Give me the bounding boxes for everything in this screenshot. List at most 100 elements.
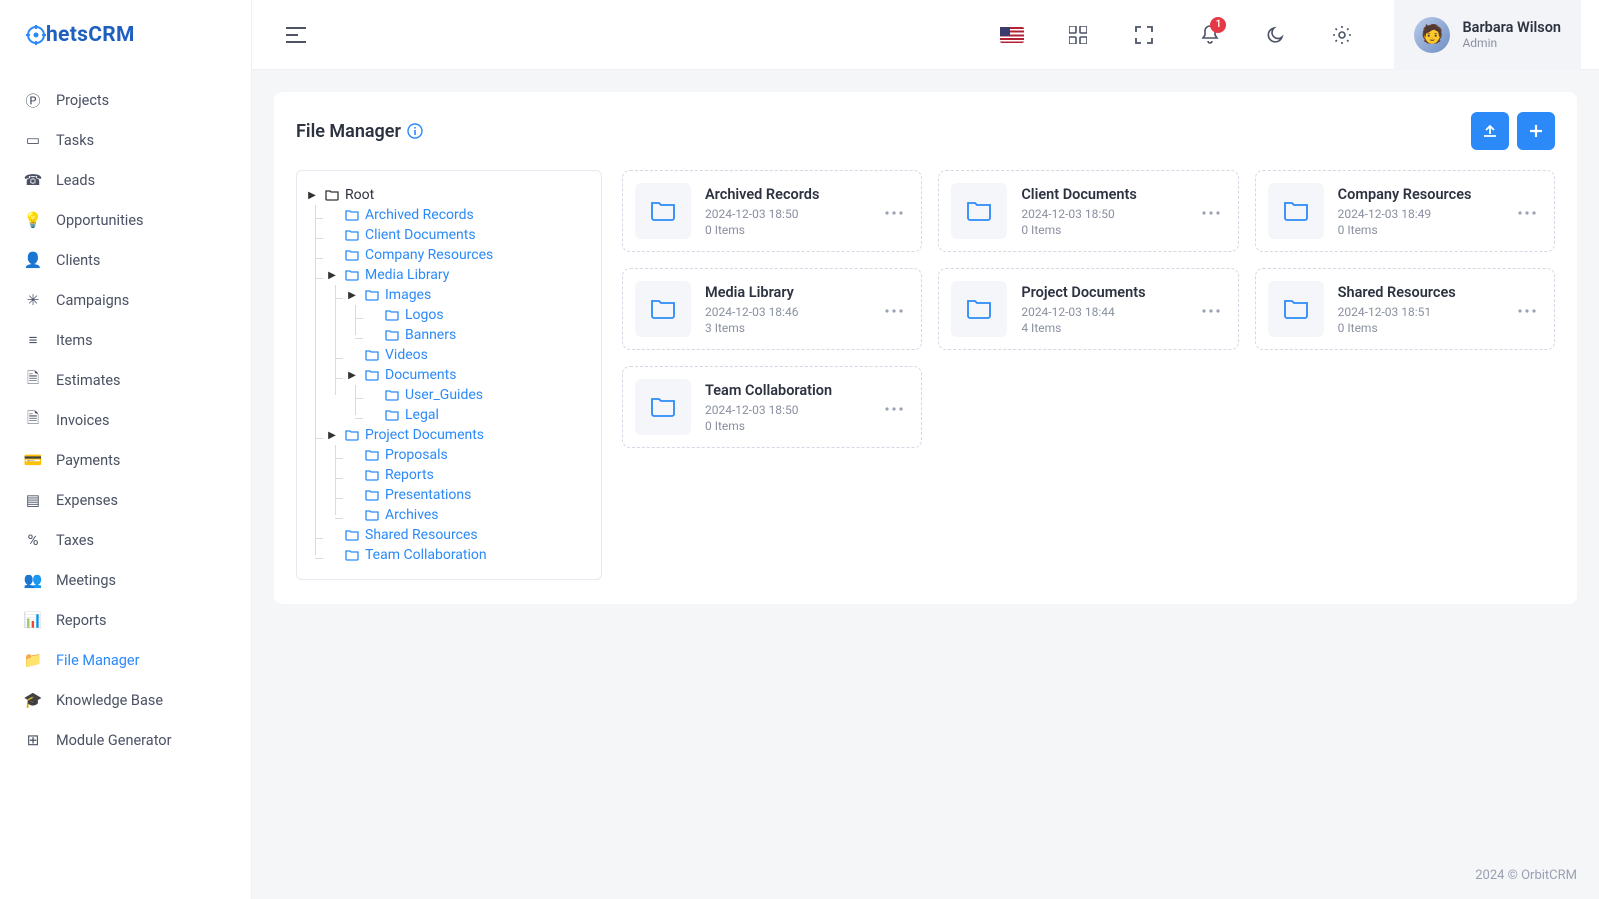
settings-button[interactable] [1324,17,1360,53]
notifications-button[interactable]: 1 [1192,17,1228,53]
tree-node[interactable]: Team Collaboration [325,545,587,565]
tree-node[interactable]: Shared Resources [325,525,587,545]
user-menu[interactable]: 🧑 Barbara Wilson Admin [1394,0,1581,70]
tree-node[interactable]: Archived Records [325,205,587,225]
sidebar-item-campaigns[interactable]: ✳Campaigns [0,280,251,320]
nav-icon: 🗎 [24,371,42,389]
dark-mode-button[interactable] [1258,17,1294,53]
folder-more-button[interactable] [1196,295,1226,323]
folder-more-button[interactable] [1512,197,1542,225]
tree-label[interactable]: Presentations [385,487,471,503]
user-role: Admin [1462,36,1561,50]
folder-card[interactable]: Project Documents2024-12-03 18:444 Items [938,268,1238,350]
folder-more-button[interactable] [1512,295,1542,323]
tree-label[interactable]: Banners [405,327,456,343]
sidebar-item-module-generator[interactable]: ⊞Module Generator [0,720,251,760]
folder-icon [345,229,359,241]
tree-label[interactable]: Project Documents [365,427,484,443]
language-selector[interactable] [994,17,1030,53]
caret-icon[interactable]: ▶ [305,190,319,201]
folder-icon [365,469,379,481]
tree-label[interactable]: Shared Resources [365,527,478,543]
apps-icon [1069,26,1087,44]
tree-node[interactable]: ▶ Images [345,285,587,305]
caret-icon[interactable]: ▶ [345,290,359,301]
tree-node[interactable]: ▶ Project Documents [325,425,587,445]
folder-more-button[interactable] [879,393,909,421]
folder-icon [1268,281,1324,337]
folder-card[interactable]: Company Resources2024-12-03 18:490 Items [1255,170,1555,252]
folder-more-button[interactable] [879,295,909,323]
folder-card[interactable]: Archived Records2024-12-03 18:500 Items [622,170,922,252]
tree-label[interactable]: Team Collaboration [365,547,487,563]
sidebar-item-taxes[interactable]: %Taxes [0,520,251,560]
sidebar-item-leads[interactable]: ☎Leads [0,160,251,200]
new-folder-button[interactable] [1517,112,1555,150]
folder-card[interactable]: Client Documents2024-12-03 18:500 Items [938,170,1238,252]
sidebar-item-payments[interactable]: 💳Payments [0,440,251,480]
tree-root[interactable]: ▶ Root [305,185,587,205]
folder-date: 2024-12-03 18:50 [1021,207,1181,221]
brand-logo[interactable]: hetsCRM [0,0,251,70]
tree-label[interactable]: User_Guides [405,387,483,403]
sidebar-item-estimates[interactable]: 🗎Estimates [0,360,251,400]
tree-node[interactable]: Proposals [345,445,587,465]
tree-label[interactable]: Company Resources [365,247,493,263]
tree-node[interactable]: Reports [345,465,587,485]
caret-icon[interactable]: ▶ [325,270,339,281]
tree-node[interactable]: User_Guides [365,385,587,405]
nav-label: Items [56,332,93,349]
sidebar-item-reports[interactable]: 📊Reports [0,600,251,640]
sidebar-item-opportunities[interactable]: 💡Opportunities [0,200,251,240]
caret-icon[interactable]: ▶ [345,370,359,381]
sidebar-item-meetings[interactable]: 👥Meetings [0,560,251,600]
tree-label[interactable]: Legal [405,407,439,423]
tree-label[interactable]: Root [345,187,374,203]
tree-node[interactable]: Logos [365,305,587,325]
menu-toggle-button[interactable] [278,17,314,53]
fullscreen-button[interactable] [1126,17,1162,53]
caret-icon[interactable]: ▶ [325,430,339,441]
sidebar-item-clients[interactable]: 👤Clients [0,240,251,280]
sidebar-item-knowledge-base[interactable]: 🎓Knowledge Base [0,680,251,720]
tree-node[interactable]: Banners [365,325,587,345]
tree-node[interactable]: Client Documents [325,225,587,245]
sidebar-item-file-manager[interactable]: 📁File Manager [0,640,251,680]
tree-node[interactable]: Company Resources [325,245,587,265]
nav-icon: 👤 [24,251,42,269]
folder-card[interactable]: Media Library2024-12-03 18:463 Items [622,268,922,350]
folder-more-button[interactable] [879,197,909,225]
tree-node[interactable]: ▶ Media Library [325,265,587,285]
tree-label[interactable]: Client Documents [365,227,476,243]
menu-icon [286,27,306,43]
tree-node[interactable]: Archives [345,505,587,525]
sidebar-item-expenses[interactable]: ▤Expenses [0,480,251,520]
tree-node[interactable]: Presentations [345,485,587,505]
folder-card[interactable]: Team Collaboration2024-12-03 18:500 Item… [622,366,922,448]
tree-node[interactable]: ▶ Documents [345,365,587,385]
tree-label[interactable]: Reports [385,467,434,483]
tree-node[interactable]: Videos [345,345,587,365]
tree-label[interactable]: Proposals [385,447,448,463]
tree-label[interactable]: Logos [405,307,444,323]
avatar: 🧑 [1414,17,1450,53]
apps-button[interactable] [1060,17,1096,53]
tree-label[interactable]: Archives [385,507,439,523]
sidebar-item-invoices[interactable]: 🗎Invoices [0,400,251,440]
sidebar-item-items[interactable]: ≡Items [0,320,251,360]
tree-label[interactable]: Images [385,287,431,303]
tree-label[interactable]: Archived Records [365,207,474,223]
page-info-button[interactable] [407,123,423,139]
folder-more-button[interactable] [1196,197,1226,225]
upload-button[interactable] [1471,112,1509,150]
sidebar-item-tasks[interactable]: ▭Tasks [0,120,251,160]
plus-icon [1528,123,1544,139]
folder-card[interactable]: Shared Resources2024-12-03 18:510 Items [1255,268,1555,350]
tree-label[interactable]: Documents [385,367,456,383]
sidebar-item-projects[interactable]: ⓅProjects [0,80,251,120]
folder-icon [345,249,359,261]
tree-node[interactable]: Legal [365,405,587,425]
folder-date: 2024-12-03 18:49 [1338,207,1498,221]
tree-label[interactable]: Media Library [365,267,449,283]
tree-label[interactable]: Videos [385,347,428,363]
